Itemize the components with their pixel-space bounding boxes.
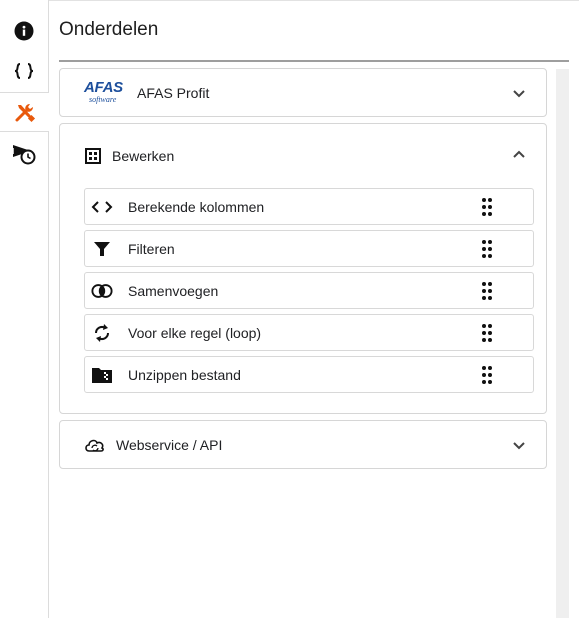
rail-schedule-button[interactable] — [0, 134, 48, 174]
braces-icon — [14, 63, 34, 79]
section-bewerken-header[interactable]: Bewerken — [60, 124, 546, 188]
rail-code-button[interactable] — [0, 51, 48, 91]
afas-logo: AFAS software — [84, 79, 123, 104]
page-title: Onderdelen — [59, 19, 159, 40]
component-item-berekende-kolommen[interactable]: Berekende kolommen — [84, 188, 534, 225]
components-panel: Onderdelen AFAS software AFAS Profit Bew… — [49, 0, 579, 618]
section-bewerken: Bewerken Berekende kolommen Filteren Sam… — [59, 123, 547, 414]
chevron-up-icon[interactable] — [512, 148, 526, 162]
cloud-sync-icon — [84, 436, 106, 454]
loop-icon — [91, 322, 113, 344]
component-item-unzippen-bestand[interactable]: Unzippen bestand — [84, 356, 534, 393]
info-icon — [14, 21, 34, 41]
drag-handle-icon[interactable] — [482, 282, 492, 300]
tools-icon — [15, 104, 35, 123]
component-item-samenvoegen[interactable]: Samenvoegen — [84, 272, 534, 309]
drag-handle-icon[interactable] — [482, 366, 492, 384]
code-brackets-icon — [91, 196, 113, 218]
rail-info-button[interactable] — [0, 11, 48, 51]
drag-handle-icon[interactable] — [482, 198, 492, 216]
side-rail — [0, 0, 49, 618]
section-afas-header[interactable]: AFAS software AFAS Profit — [60, 69, 546, 117]
drag-handle-icon[interactable] — [482, 324, 492, 342]
drag-handle-icon[interactable] — [482, 240, 492, 258]
merge-circles-icon — [91, 280, 113, 302]
section-bewerken-label: Bewerken — [112, 148, 175, 164]
section-webservice-label: Webservice / API — [116, 437, 223, 453]
section-afas-profit: AFAS software AFAS Profit — [59, 68, 547, 117]
chevron-down-icon[interactable] — [512, 438, 526, 452]
schedule-send-icon — [12, 145, 36, 165]
title-divider — [59, 60, 569, 62]
zip-folder-icon — [91, 364, 113, 386]
component-item-filteren[interactable]: Filteren — [84, 230, 534, 267]
chevron-down-icon[interactable] — [512, 86, 526, 100]
grid-icon — [84, 147, 102, 165]
scrollbar-track[interactable] — [556, 69, 569, 618]
component-item-voor-elke-regel[interactable]: Voor elke regel (loop) — [84, 314, 534, 351]
section-afas-label: AFAS Profit — [137, 85, 210, 101]
filter-icon — [91, 238, 113, 260]
section-webservice-api: Webservice / API — [59, 420, 547, 469]
section-webservice-header[interactable]: Webservice / API — [60, 421, 546, 469]
rail-tools-button[interactable] — [0, 92, 49, 132]
